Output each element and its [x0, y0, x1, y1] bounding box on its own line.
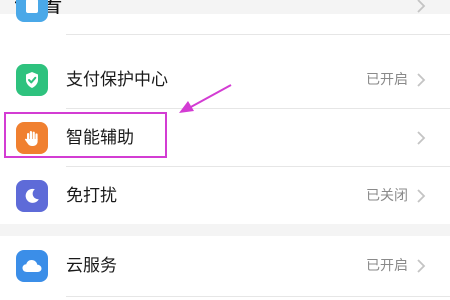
shield-check-icon [16, 64, 48, 96]
partial-icon [16, 0, 48, 22]
cloud-icon [16, 250, 48, 282]
moon-icon [16, 180, 48, 212]
settings-row-label: 支付保护中心 [66, 70, 168, 90]
highlight-box [4, 112, 167, 158]
chevron-right-icon [417, 189, 426, 203]
chevron-right-icon [417, 259, 426, 273]
settings-screen: 设置 支付保护中心 已开启 [0, 0, 450, 300]
settings-row-label: 云服务 [66, 256, 117, 276]
settings-row-label: 免打扰 [66, 186, 117, 206]
row-divider [66, 166, 450, 167]
row-divider [66, 296, 450, 297]
row-divider [66, 34, 450, 35]
chevron-right-icon [417, 73, 426, 87]
pointer-arrow-icon [179, 84, 232, 113]
status-text: 已开启 [366, 258, 408, 274]
settings-row-partial[interactable] [0, 0, 450, 34]
row-divider [66, 108, 450, 109]
settings-row-cloud-service[interactable]: 云服务 已开启 [0, 238, 450, 294]
settings-row-do-not-disturb[interactable]: 免打扰 已关闭 [0, 168, 450, 224]
chevron-right-icon [417, 131, 426, 145]
status-text: 已开启 [366, 72, 408, 88]
status-text: 已关闭 [366, 188, 408, 204]
chevron-right-icon [417, 0, 426, 13]
settings-card-bottom: 云服务 已开启 [0, 236, 450, 300]
